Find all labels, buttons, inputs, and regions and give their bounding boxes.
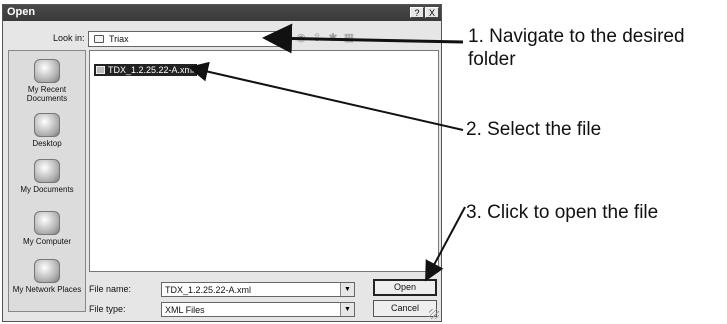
arrow-to-open-button bbox=[425, 206, 466, 282]
step1-annotation: 1. Navigate to the desired folder bbox=[468, 25, 685, 71]
step1-line2: folder bbox=[468, 49, 516, 70]
arrow-to-look-in bbox=[262, 23, 464, 54]
arrow-to-file bbox=[188, 61, 464, 131]
step1-line1: 1. Navigate to the desired bbox=[468, 26, 685, 47]
step3-annotation: 3. Click to open the file bbox=[466, 202, 659, 223]
step2-annotation: 2. Select the file bbox=[466, 119, 602, 140]
